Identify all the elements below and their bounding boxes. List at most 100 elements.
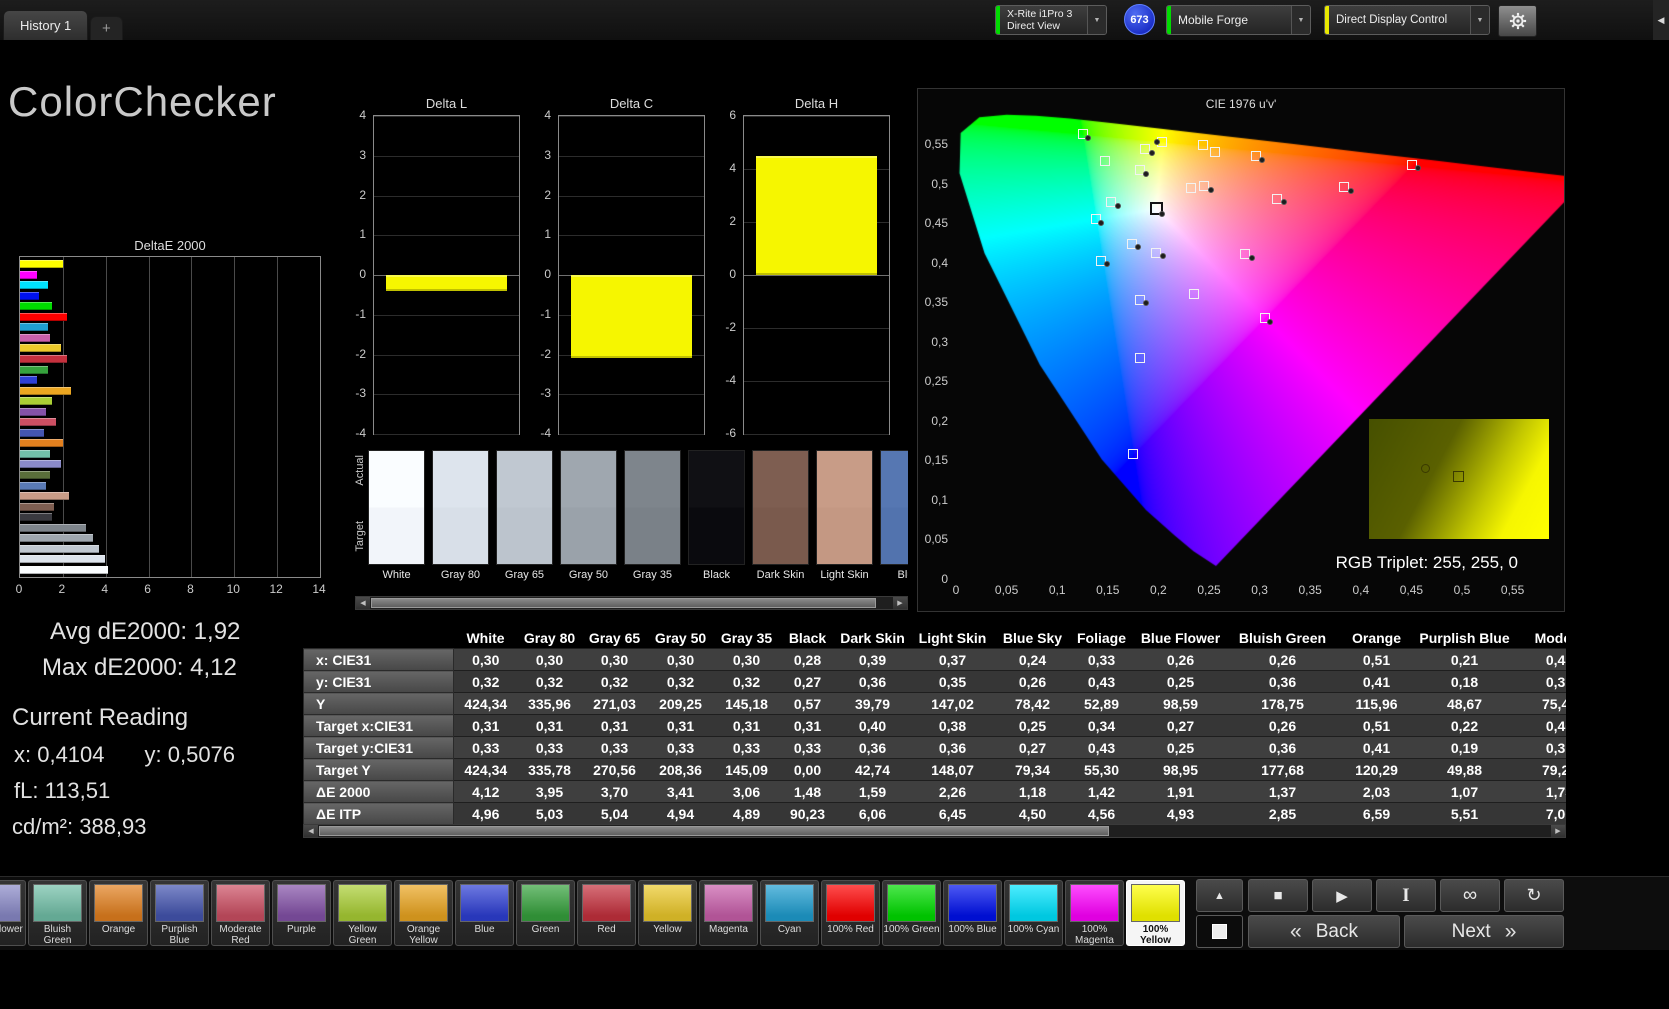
- table-cell: 178,75: [1227, 692, 1338, 715]
- patch-button-row: Blue Flower Bluish Green Orange Purplish Bl…: [0, 880, 1185, 948]
- patch-button-bluish-green[interactable]: Bluish Green: [28, 880, 87, 946]
- continuous-measure-button[interactable]: ∞: [1440, 879, 1500, 912]
- settings-button[interactable]: [1498, 5, 1537, 37]
- patch-button-100-yellow[interactable]: 100% Yellow: [1126, 880, 1185, 946]
- patch-button-label: Yellow: [653, 924, 682, 935]
- table-cell: 0,30: [713, 648, 780, 671]
- chevron-left-icon: ◀: [1657, 14, 1665, 25]
- deltae-bar: [20, 449, 50, 458]
- scroll-up-button[interactable]: ▲: [1196, 879, 1243, 912]
- swatch-gray-50: Gray 50: [560, 450, 617, 581]
- table-cell: 0,51: [1337, 714, 1416, 737]
- patch-button-orange-yellow[interactable]: Orange Yellow: [394, 880, 453, 946]
- patch-button-yellow[interactable]: Yellow: [638, 880, 697, 946]
- patch-button-yellow-green[interactable]: Yellow Green: [333, 880, 392, 946]
- patch-button-100-magenta[interactable]: 100% Magenta: [1065, 880, 1124, 946]
- scroll-left-icon[interactable]: ◀: [304, 825, 318, 837]
- new-tab-button[interactable]: +: [90, 16, 123, 40]
- swatch-label: Dark Skin: [756, 569, 805, 581]
- chevron-down-icon: ▼: [1291, 6, 1310, 34]
- deltae-bar: [20, 481, 46, 490]
- scroll-left-icon[interactable]: ◀: [356, 597, 370, 609]
- tab-history-1[interactable]: History 1: [3, 10, 89, 40]
- gridline: [374, 394, 519, 396]
- play-button[interactable]: ▶: [1312, 879, 1372, 912]
- table-row-label: y: CIE31: [303, 670, 454, 693]
- back-button[interactable]: « Back: [1248, 915, 1400, 948]
- cie-target-marker: [1128, 449, 1139, 460]
- scrollbar-thumb[interactable]: [319, 826, 1109, 836]
- pattern-window-button[interactable]: [1196, 915, 1243, 948]
- meter-dropdown[interactable]: X-Rite i1Pro 3 Direct View ▼: [995, 5, 1107, 35]
- patch-button-purple[interactable]: Purple: [272, 880, 331, 946]
- scroll-right-icon[interactable]: ▶: [893, 597, 907, 609]
- table-cell: 0,33: [779, 736, 836, 759]
- patch-button-blue-flower[interactable]: Blue Flower: [0, 880, 26, 946]
- source-dropdown[interactable]: Mobile Forge ▼: [1166, 5, 1311, 35]
- infinity-icon: ∞: [1462, 884, 1478, 906]
- patch-button-green[interactable]: Green: [516, 880, 575, 946]
- stop-button[interactable]: ■: [1248, 879, 1308, 912]
- patch-color-swatch: [277, 884, 326, 922]
- pause-icon: I: [1402, 884, 1410, 906]
- patch-button-purplish-blue[interactable]: Purplish Blue: [150, 880, 209, 946]
- delta-l-plot-area: [373, 115, 520, 435]
- patch-button-100-cyan[interactable]: 100% Cyan: [1004, 880, 1063, 946]
- patch-button-label: Cyan: [777, 924, 802, 935]
- patch-button-label: Bluish Green: [43, 924, 72, 946]
- patch-button-magenta[interactable]: Magenta: [699, 880, 758, 946]
- gridline: [559, 434, 704, 435]
- patch-color-swatch: [216, 884, 265, 922]
- table-cell: 98,59: [1133, 692, 1228, 715]
- table-cell: 0,00: [779, 758, 836, 781]
- patch-button-label: Orange Yellow: [406, 924, 441, 946]
- cie-measured-dot: [1258, 156, 1265, 163]
- table-cell: 0,36: [1227, 670, 1338, 693]
- table-scrollbar[interactable]: ◀ ▶: [303, 824, 1566, 838]
- swatch-scrollbar[interactable]: ◀ ▶: [355, 596, 908, 610]
- table-cell: 0,43: [1069, 736, 1134, 759]
- patch-button-moderate-red[interactable]: Moderate Red: [211, 880, 270, 946]
- table-row-label: Target x:CIE31: [303, 714, 454, 737]
- collapse-panel-button[interactable]: ◀: [1653, 0, 1669, 40]
- table-cell: 0,31: [453, 714, 518, 737]
- pause-button[interactable]: I: [1376, 879, 1436, 912]
- measurement-table: White Gray 80 Gray 65 Gray 50 Gray 35 Black Da…: [303, 627, 1566, 824]
- repeat-measure-button[interactable]: ↻: [1504, 879, 1564, 912]
- patch-button-100-green[interactable]: 100% Green: [882, 880, 941, 946]
- table-cell: 98,95: [1133, 758, 1228, 781]
- deltae-bar: [20, 323, 48, 332]
- axis-tick-label: 0,25: [1197, 583, 1221, 597]
- delta-l-title: Delta L: [425, 96, 468, 111]
- table-cell: 75,45: [1513, 692, 1566, 715]
- axis-tick-label: 0,2: [1150, 583, 1167, 597]
- swatch-color: [624, 450, 681, 565]
- table-column-header: Gray 80: [517, 627, 582, 649]
- deltae-bar: [20, 397, 53, 406]
- patch-button-cyan[interactable]: Cyan: [760, 880, 819, 946]
- table-cell: 115,96: [1337, 692, 1416, 715]
- table-cell: 5,51: [1415, 802, 1514, 824]
- table-cell: 0,21: [1415, 648, 1514, 671]
- patch-color-swatch: [1009, 884, 1058, 922]
- table-row-label: Target y:CIE31: [303, 736, 454, 759]
- table-cell: 1,42: [1069, 780, 1134, 803]
- patch-button-100-blue[interactable]: 100% Blue: [943, 880, 1002, 946]
- patch-button-orange[interactable]: Orange: [89, 880, 148, 946]
- patch-button-red[interactable]: Red: [577, 880, 636, 946]
- display-control-dropdown[interactable]: Direct Display Control ▼: [1324, 5, 1490, 35]
- table-cell: 0,57: [779, 692, 836, 715]
- deltae-bar: [20, 534, 93, 543]
- next-button[interactable]: Next »: [1404, 915, 1564, 948]
- axis-tick-label: 3: [359, 147, 366, 162]
- patch-button-blue[interactable]: Blue: [455, 880, 514, 946]
- table-cell: 2,85: [1227, 802, 1338, 824]
- swatch-label: Gray 35: [632, 569, 673, 581]
- plus-icon: +: [102, 20, 111, 37]
- swatch-dark-skin: Dark Skin: [752, 450, 809, 581]
- scrollbar-thumb[interactable]: [371, 598, 876, 608]
- scroll-right-icon[interactable]: ▶: [1551, 825, 1565, 837]
- patch-button-100-red[interactable]: 100% Red: [821, 880, 880, 946]
- deltae-bar: [20, 312, 68, 321]
- sc-c-bar: [571, 275, 692, 359]
